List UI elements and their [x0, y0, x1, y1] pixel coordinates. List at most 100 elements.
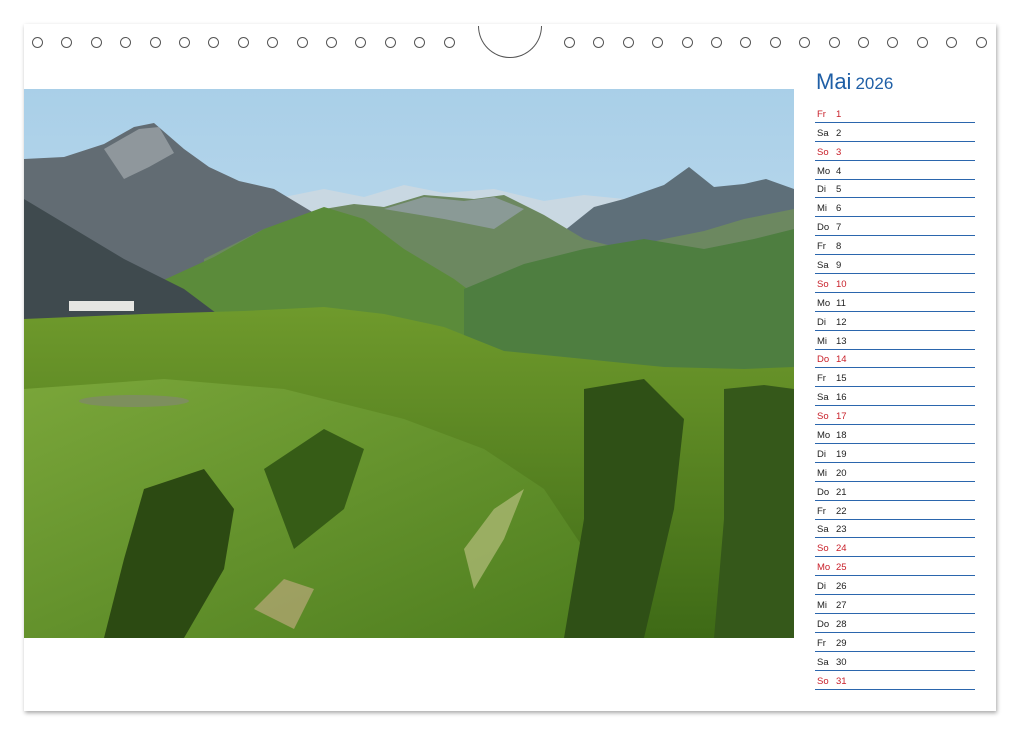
- wall-hanger-notch: [478, 26, 542, 58]
- day-number: 5: [836, 184, 842, 196]
- day-number: 19: [836, 448, 847, 460]
- day-number: 10: [836, 278, 847, 290]
- day-row: Mo 4: [815, 161, 975, 180]
- binding-ring: [267, 37, 279, 48]
- day-number: 13: [836, 335, 847, 347]
- weekday-label: So: [817, 146, 829, 158]
- day-row: Mo 11: [815, 293, 975, 312]
- weekday-label: So: [817, 278, 829, 290]
- weekday-label: Do: [817, 222, 830, 234]
- binding-ring: [414, 37, 426, 48]
- weekday-label: Sa: [817, 260, 829, 272]
- day-number: 30: [836, 656, 847, 668]
- day-row: Di 19: [815, 444, 975, 463]
- weekday-label: Di: [817, 448, 826, 460]
- day-number: 6: [836, 203, 842, 215]
- weekday-label: Di: [817, 184, 826, 196]
- binding-ring: [681, 37, 693, 48]
- binding-ring: [622, 37, 634, 48]
- weekday-label: So: [817, 675, 829, 687]
- weekday-label: Mo: [817, 165, 831, 177]
- weekday-label: Mi: [817, 203, 828, 215]
- day-row: Mi 27: [815, 595, 975, 615]
- day-number: 17: [836, 411, 847, 423]
- day-row: Di 12: [815, 312, 975, 331]
- binding-ring: [443, 37, 455, 48]
- binding-ring: [711, 37, 722, 48]
- day-row: So 24: [815, 538, 975, 558]
- binding-ring: [208, 37, 220, 48]
- month-name: Mai: [816, 69, 852, 94]
- day-number: 11: [836, 297, 846, 309]
- binding-ring: [740, 37, 752, 48]
- day-number: 4: [836, 165, 842, 177]
- binding-ring: [916, 37, 928, 48]
- weekday-label: Do: [817, 618, 830, 630]
- day-row: Di 26: [815, 576, 975, 596]
- binding-ring: [946, 37, 958, 48]
- day-number: 8: [836, 241, 842, 253]
- binding-ring: [326, 37, 337, 48]
- month-heading: Mai 2026: [816, 69, 893, 95]
- day-number: 25: [836, 562, 847, 574]
- binding-ring: [975, 37, 987, 48]
- day-row: So 31: [815, 671, 975, 690]
- weekday-label: Mi: [817, 600, 828, 612]
- day-number: 9: [836, 260, 842, 272]
- day-row: Mi 20: [815, 463, 975, 482]
- weekday-label: So: [817, 411, 829, 423]
- day-row: Mi 6: [815, 198, 975, 218]
- day-number: 12: [836, 316, 847, 328]
- binding-ring: [564, 37, 575, 48]
- weekday-label: Sa: [817, 392, 829, 404]
- weekday-label: So: [817, 543, 829, 555]
- day-row: Fr 29: [815, 633, 975, 652]
- binding-ring: [120, 37, 132, 48]
- binding-ring: [32, 37, 43, 48]
- day-number: 24: [836, 543, 847, 555]
- year-label: 2026: [855, 74, 894, 93]
- binding-ring: [355, 37, 367, 48]
- binding-ring: [296, 37, 308, 48]
- weekday-label: Di: [817, 316, 826, 328]
- day-number: 27: [836, 600, 847, 612]
- day-number: 14: [836, 354, 847, 366]
- binding-ring: [799, 37, 811, 48]
- calendar-page: Mai 2026 Fr 1 Sa 2 So 3 Mo 4 Di 5 Mi 6 Do 7 Fr 8 Sa 9 So 10 M…: [24, 24, 996, 711]
- weekday-label: Sa: [817, 524, 829, 536]
- day-row: Sa 2: [815, 123, 975, 142]
- weekday-label: Mi: [817, 467, 828, 479]
- day-number: 2: [836, 127, 842, 139]
- day-row: So 3: [815, 142, 975, 161]
- day-number: 18: [836, 430, 847, 442]
- day-row: Di 5: [815, 180, 975, 199]
- weekday-label: Fr: [817, 637, 826, 649]
- day-number: 20: [836, 467, 847, 479]
- binding-ring: [149, 37, 161, 48]
- day-row: Sa 9: [815, 255, 975, 275]
- day-number: 21: [836, 486, 847, 498]
- day-row: Sa 23: [815, 520, 975, 539]
- day-number: 29: [836, 637, 847, 649]
- binding-ring: [90, 37, 102, 48]
- day-number: 31: [836, 675, 847, 687]
- day-row: Do 21: [815, 482, 975, 501]
- weekday-label: Fr: [817, 108, 826, 120]
- binding-ring: [652, 37, 664, 48]
- weekday-label: Sa: [817, 656, 829, 668]
- binding-ring: [593, 37, 605, 48]
- weekday-label: Do: [817, 354, 830, 366]
- day-row: Do 14: [815, 350, 975, 369]
- binding-ring: [384, 37, 396, 48]
- day-number: 3: [836, 146, 842, 158]
- day-row: Mo 25: [815, 557, 975, 577]
- day-row: Fr 15: [815, 368, 975, 388]
- day-row: Fr 22: [815, 501, 975, 520]
- day-row: Fr 8: [815, 236, 975, 256]
- day-number: 28: [836, 618, 847, 630]
- day-row: So 17: [815, 406, 975, 426]
- day-number: 16: [836, 392, 847, 404]
- day-row: Mi 13: [815, 331, 975, 350]
- weekday-label: Do: [817, 486, 830, 498]
- day-row: Do 7: [815, 217, 975, 237]
